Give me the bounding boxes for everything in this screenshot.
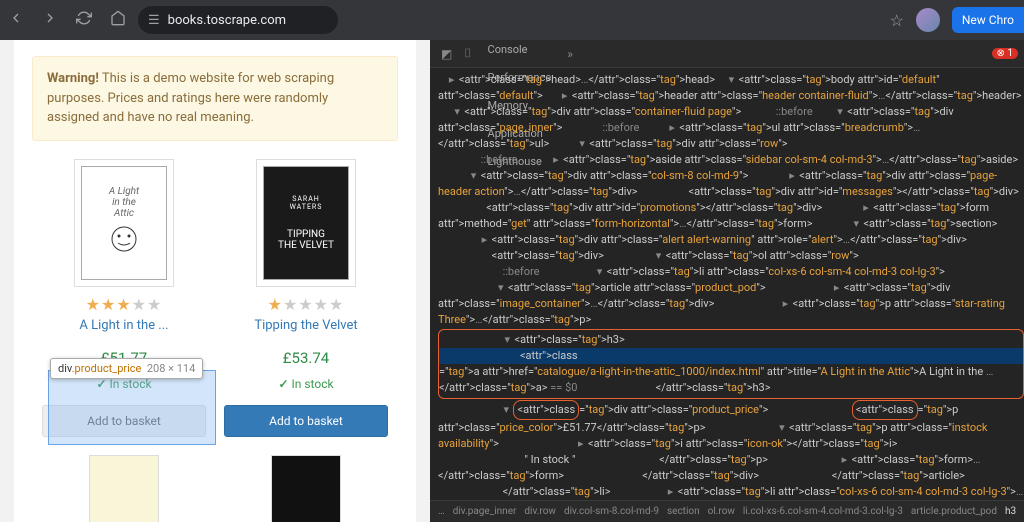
product-card: SARAHWATERSTIPPING THE VELVET ★★★★★ Tipp… <box>224 159 388 437</box>
site-info-icon[interactable]: ☰ <box>148 13 160 28</box>
dom-node[interactable]: <attr">class <box>439 348 1023 364</box>
dom-node[interactable]: ▾<attr">class <box>607 249 724 262</box>
dom-node[interactable]: ▾<attr">class <box>552 137 647 150</box>
devtools-tabs: ◩ ⌷ RecorderElementsNetworkSourcesConsol… <box>430 40 1024 68</box>
breadcrumb-trail[interactable]: … div.page_inner div.row div.col-sm-8.col-m… <box>430 500 1024 522</box>
dom-node[interactable]: ▸<attr">class <box>825 201 931 214</box>
new-chrome-badge[interactable]: New Chro <box>952 7 1024 33</box>
instock-badge: In stock <box>224 377 388 391</box>
devtools-tab-console[interactable]: Console <box>479 40 561 64</box>
dom-node[interactable]: ▾<attr">class <box>718 73 797 86</box>
add-to-basket-button[interactable]: Add to basket <box>224 405 388 437</box>
dom-node[interactable]: ::before <box>744 105 813 118</box>
dom-node[interactable]: ▾<attr">class <box>438 105 522 118</box>
product-price: £53.74 <box>224 349 388 367</box>
error-count-badge[interactable]: ⊗ 1 <box>992 48 1018 59</box>
dom-node[interactable]: ::before <box>565 121 639 134</box>
dom-node[interactable]: ▸<attr">class <box>613 485 735 498</box>
dom-node[interactable]: ▸<attr">class <box>771 453 910 466</box>
dom-node[interactable]: <attr">class <box>640 185 746 198</box>
crumb-item[interactable]: section <box>667 506 700 517</box>
devtools-panel: ◩ ⌷ RecorderElementsNetworkSourcesConsol… <box>430 40 1024 522</box>
dom-node[interactable]: </attr">class <box>438 485 565 498</box>
crumb-item[interactable]: li.col-xs-6.col-sm-4.col-md-3.col-lg-3 <box>743 506 903 517</box>
inspect-tooltip: div.product_price 208 × 114 <box>50 358 203 379</box>
dom-node[interactable]: ▸<attr">class <box>438 73 517 86</box>
dom-node[interactable]: ▸<attr">class <box>642 121 737 134</box>
dom-node[interactable]: ▸<attr">class <box>546 89 630 102</box>
crumb-item[interactable]: ol.row <box>708 506 735 517</box>
inspect-element-icon[interactable]: ◩ <box>436 47 457 61</box>
thumbnail[interactable]: SARAHWATERSTIPPING THE VELVET <box>256 159 356 287</box>
dom-node[interactable]: </attr">class <box>580 381 718 394</box>
dom-node[interactable]: ▾<attr">class <box>708 421 847 434</box>
page-viewport: Warning! This is a demo website for web … <box>0 40 430 522</box>
star-rating: ★★★★★ <box>42 295 206 314</box>
dom-node[interactable]: <attr">class <box>438 201 544 214</box>
profile-avatar[interactable] <box>916 8 940 32</box>
dom-node[interactable]: </attr">class <box>578 453 721 466</box>
warning-alert: Warning! This is a demo website for web … <box>32 56 398 141</box>
dom-node[interactable]: ::before <box>438 153 518 166</box>
dom-tree[interactable]: ▸<attr">class="tag">head>…</attr">class=… <box>430 68 1024 500</box>
dom-node[interactable]: ▾<attr">class <box>542 265 664 278</box>
crumb-item[interactable]: h3 <box>1005 506 1016 517</box>
reload-icon[interactable] <box>76 10 92 30</box>
dom-node[interactable]: ▸<attr">class <box>751 169 857 182</box>
bookmark-icon[interactable]: ☆ <box>890 11 904 30</box>
dom-node[interactable]: ▾<attr">class <box>815 105 904 118</box>
url-text: books.toscrape.com <box>168 13 286 28</box>
dom-node[interactable]: <attr">class <box>438 249 549 262</box>
dom-node[interactable]: ▾<attr">class <box>439 333 572 346</box>
thumbnail[interactable] <box>89 455 159 522</box>
device-toggle-icon[interactable]: ⌷ <box>459 46 476 61</box>
dom-node[interactable]: </attr">class <box>762 469 894 482</box>
crumb-item[interactable]: div.col-sm-8.col-md-9 <box>564 506 659 517</box>
crumb-item[interactable]: … <box>438 506 445 517</box>
inspect-highlight <box>48 370 216 445</box>
dom-node[interactable]: ▾<attr">class <box>438 281 566 294</box>
dom-node[interactable]: <attr">class="tag">p <box>771 403 958 416</box>
forward-icon[interactable] <box>42 10 58 30</box>
dom-node[interactable]: ▾<attr">class <box>438 169 538 182</box>
dom-node[interactable]: ▸<attr">class <box>438 233 549 246</box>
dom-node[interactable]: ▸<attr">class <box>502 437 646 450</box>
more-tabs-icon[interactable]: » <box>562 47 578 61</box>
crumb-item[interactable]: div.page_inner <box>453 506 517 517</box>
thumbnail[interactable]: A Lightin theAttic <box>74 159 174 287</box>
dom-node[interactable]: ▸<attr">class <box>768 281 901 294</box>
crumb-item[interactable]: article.product_pod <box>911 506 997 517</box>
home-icon[interactable] <box>110 10 126 30</box>
crumb-item[interactable]: div.row <box>524 506 556 517</box>
dom-node[interactable]: ::before <box>438 265 539 278</box>
back-icon[interactable] <box>8 10 24 30</box>
dom-node[interactable]: ▸<attr">class <box>520 153 620 166</box>
product-title-link[interactable]: Tipping the Velvet <box>224 318 388 333</box>
dom-node[interactable]: " In stock " <box>438 453 575 466</box>
dom-node[interactable]: ▸<attr">class <box>717 297 850 310</box>
address-bar[interactable]: ☰ books.toscrape.com <box>138 6 338 34</box>
dom-node[interactable]: ▾<attr">class="tag">div <box>438 403 628 416</box>
dom-node[interactable]: </attr">class <box>567 469 705 482</box>
browser-toolbar: ☰ books.toscrape.com ☆ New Chro <box>0 0 1024 40</box>
thumbnail[interactable] <box>271 455 341 522</box>
star-rating: ★★★★★ <box>224 295 388 314</box>
product-title-link[interactable]: A Light in the ... <box>42 318 206 333</box>
dom-node[interactable]: ▾<attr">class <box>815 217 921 230</box>
alert-strong: Warning! <box>47 71 99 86</box>
